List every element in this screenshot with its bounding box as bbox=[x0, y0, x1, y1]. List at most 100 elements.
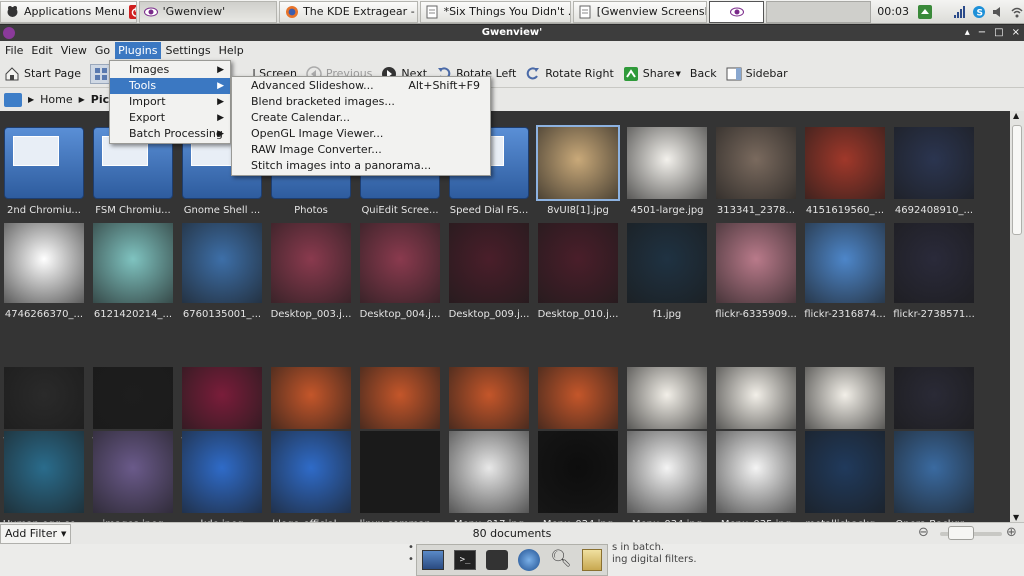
taskbar-window-gwenview-small[interactable] bbox=[709, 0, 765, 23]
image-preview bbox=[538, 223, 618, 303]
window-minimize-icon[interactable]: − bbox=[978, 25, 986, 41]
image-thumbnail[interactable]: Desktop_004.j... bbox=[356, 219, 444, 324]
tools-item-create-calendar[interactable]: Create Calendar... bbox=[232, 110, 490, 126]
taskbar-window-document[interactable]: *Six Things You Didn't ... bbox=[419, 0, 571, 23]
power-icon[interactable] bbox=[129, 4, 136, 19]
menu-go[interactable]: Go bbox=[92, 42, 113, 59]
vertical-scrollbar[interactable]: ▲ ▼ bbox=[1010, 111, 1024, 522]
image-thumbnail[interactable]: metallicbackg... bbox=[801, 429, 889, 522]
image-thumbnail[interactable]: Opera-Backgr... bbox=[890, 429, 978, 522]
share-label: Share bbox=[642, 67, 675, 80]
window-maximize-up-icon[interactable]: ▴ bbox=[965, 25, 970, 41]
image-thumbnail[interactable]: Menu_034.jpg bbox=[623, 429, 711, 522]
image-preview bbox=[182, 223, 262, 303]
image-thumbnail[interactable]: Desktop_009.j... bbox=[445, 219, 533, 324]
breadcrumb-home[interactable]: Home bbox=[40, 93, 72, 106]
zoom-slider-handle[interactable] bbox=[948, 526, 974, 540]
tools-item-raw-converter[interactable]: RAW Image Converter... bbox=[232, 142, 490, 158]
plugins-menu-item-images[interactable]: Images ▶ bbox=[110, 62, 230, 78]
terminal-icon[interactable]: >_ bbox=[454, 550, 476, 570]
image-thumbnail[interactable]: 4151619560_... bbox=[801, 115, 889, 220]
plugins-menu-item-tools[interactable]: Tools ▶ bbox=[110, 78, 230, 94]
image-thumbnail[interactable]: Menu_024.jpg bbox=[534, 429, 622, 522]
file-manager-icon[interactable] bbox=[486, 550, 508, 570]
image-thumbnail[interactable]: 313341_2378... bbox=[712, 115, 800, 220]
image-thumbnail[interactable]: kde.jpeg bbox=[178, 429, 266, 522]
share-button[interactable]: Share ▼ bbox=[623, 66, 681, 82]
web-browser-icon[interactable] bbox=[518, 549, 540, 571]
image-thumbnail[interactable]: 6121420214_... bbox=[89, 219, 177, 324]
menu-item-label: Import bbox=[129, 95, 166, 108]
image-thumbnail[interactable]: 4746266370_... bbox=[0, 219, 88, 324]
image-thumbnail[interactable]: linux-comman... bbox=[356, 429, 444, 522]
zoom-out-icon[interactable]: ⊖ bbox=[918, 525, 929, 540]
window-titlebar[interactable]: Gwenview' ▴ − □ × bbox=[0, 25, 1024, 41]
skype-icon[interactable]: S bbox=[971, 4, 986, 19]
folder-icon[interactable] bbox=[582, 549, 602, 571]
taskbar-window-screenshot[interactable]: [Gwenview Screenshot... bbox=[572, 0, 708, 23]
tools-item-panorama[interactable]: Stitch images into a panorama... bbox=[232, 158, 490, 174]
start-page-button[interactable]: Start Page bbox=[4, 66, 81, 82]
taskbar-window-gwenview[interactable]: 'Gwenview' bbox=[138, 0, 278, 23]
image-thumbnail[interactable]: Human egg ce... bbox=[0, 429, 88, 522]
image-thumbnail[interactable]: flickr-2316874... bbox=[801, 219, 889, 324]
window-app-icon[interactable] bbox=[3, 27, 15, 39]
image-thumbnail[interactable]: 8vUI8[1].jpg bbox=[534, 115, 622, 220]
desktop-icon[interactable] bbox=[422, 550, 444, 570]
image-thumbnail[interactable]: f1.jpg bbox=[623, 219, 711, 324]
thumbnail-label: 6121420214_... bbox=[93, 309, 173, 320]
wifi-icon[interactable] bbox=[1009, 4, 1024, 19]
image-thumbnail[interactable]: images.jpeg bbox=[89, 429, 177, 522]
window-close-icon[interactable]: × bbox=[1012, 25, 1020, 41]
image-thumbnail[interactable]: klogo-official-... bbox=[267, 429, 355, 522]
add-filter-button[interactable]: Add Filter ▼ bbox=[0, 523, 72, 544]
scrollbar-handle[interactable] bbox=[1012, 125, 1022, 235]
menu-settings[interactable]: Settings bbox=[163, 42, 214, 59]
thumbnail-label: Desktop_009.j... bbox=[448, 309, 530, 320]
update-notifier-icon[interactable] bbox=[917, 4, 932, 19]
search-icon[interactable]: 🔍︎ bbox=[550, 549, 572, 571]
places-folder-icon[interactable] bbox=[4, 92, 22, 107]
menu-view[interactable]: View bbox=[58, 42, 90, 59]
image-thumbnail[interactable]: Menu_035.jpg bbox=[712, 429, 800, 522]
image-thumbnail[interactable]: flickr-2738571... bbox=[890, 219, 978, 324]
plugins-menu-item-batch-processing[interactable]: Batch Processing ▶ bbox=[110, 126, 230, 142]
thumbnail-label: 4746266370_... bbox=[4, 309, 84, 320]
window-maximize-icon[interactable]: □ bbox=[994, 25, 1003, 41]
plugins-menu-item-import[interactable]: Import ▶ bbox=[110, 94, 230, 110]
rotate-right-button[interactable]: Rotate Right bbox=[525, 66, 614, 82]
folder-thumbnail[interactable]: 2nd Chromiu... bbox=[0, 115, 88, 220]
network-signal-icon[interactable] bbox=[952, 4, 967, 19]
scroll-down-icon[interactable]: ▼ bbox=[1013, 513, 1019, 522]
menu-file[interactable]: File bbox=[2, 42, 26, 59]
tools-item-blend-bracketed[interactable]: Blend bracketed images... bbox=[232, 94, 490, 110]
image-thumbnail[interactable]: Desktop_003.j... bbox=[267, 219, 355, 324]
zoom-in-icon[interactable]: ⊕ bbox=[1006, 525, 1017, 540]
menu-help[interactable]: Help bbox=[216, 42, 247, 59]
menu-edit[interactable]: Edit bbox=[28, 42, 55, 59]
sidebar-button[interactable]: Sidebar bbox=[726, 66, 788, 82]
thumbnail-view[interactable]: 2nd Chromiu... FSM Chromiu... Gnome Shell … bbox=[0, 111, 1010, 522]
taskbar: Applications Menu 'Gwenview' The KDE Ext… bbox=[0, 0, 1024, 24]
scroll-up-icon[interactable]: ▲ bbox=[1013, 111, 1019, 120]
workspace-switcher[interactable] bbox=[766, 0, 872, 23]
image-thumbnail[interactable]: 4692408910_... bbox=[890, 115, 978, 220]
zoom-slider[interactable] bbox=[940, 526, 1002, 540]
menu-plugins[interactable]: Plugins bbox=[115, 42, 161, 59]
tools-item-advanced-slideshow[interactable]: Advanced Slideshow... Alt+Shift+F9 bbox=[232, 78, 490, 94]
image-preview bbox=[271, 223, 351, 303]
taskbar-window-firefox[interactable]: The KDE Extragear - Ki... bbox=[279, 0, 418, 23]
tools-item-opengl-viewer[interactable]: OpenGL Image Viewer... bbox=[232, 126, 490, 142]
image-thumbnail[interactable]: flickr-6335909... bbox=[712, 219, 800, 324]
clock[interactable]: 00:03 bbox=[877, 5, 909, 18]
image-thumbnail[interactable]: 4501-large.jpg bbox=[623, 115, 711, 220]
image-thumbnail[interactable]: Menu_017.jpg bbox=[445, 429, 533, 522]
plugins-menu-item-export[interactable]: Export ▶ bbox=[110, 110, 230, 126]
menu-item-label: Advanced Slideshow... bbox=[251, 79, 374, 92]
thumbnail-label: flickr-6335909... bbox=[715, 309, 797, 320]
back-button[interactable]: Back bbox=[690, 67, 717, 80]
volume-icon[interactable] bbox=[990, 4, 1005, 19]
applications-menu-button[interactable]: Applications Menu bbox=[0, 0, 137, 23]
image-thumbnail[interactable]: 6760135001_... bbox=[178, 219, 266, 324]
image-thumbnail[interactable]: Desktop_010.j... bbox=[534, 219, 622, 324]
